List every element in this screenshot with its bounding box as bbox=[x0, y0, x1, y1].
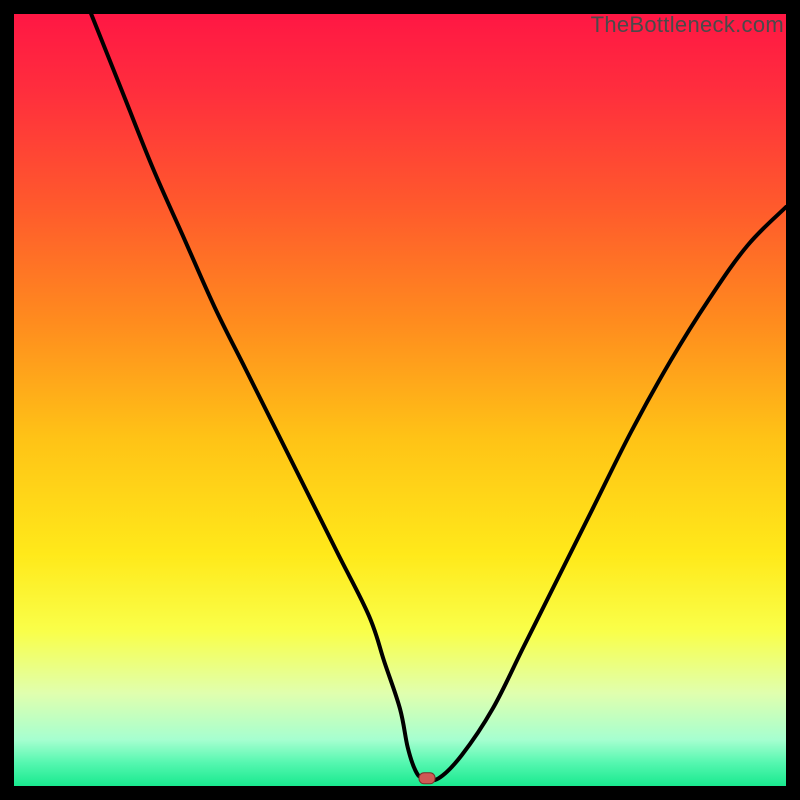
chart-plot-area: TheBottleneck.com bbox=[14, 14, 786, 786]
gradient-background bbox=[14, 14, 786, 786]
chart-frame: TheBottleneck.com bbox=[0, 0, 800, 800]
watermark-text: TheBottleneck.com bbox=[591, 12, 784, 38]
chart-svg bbox=[14, 14, 786, 786]
optimal-point-marker bbox=[419, 773, 435, 784]
